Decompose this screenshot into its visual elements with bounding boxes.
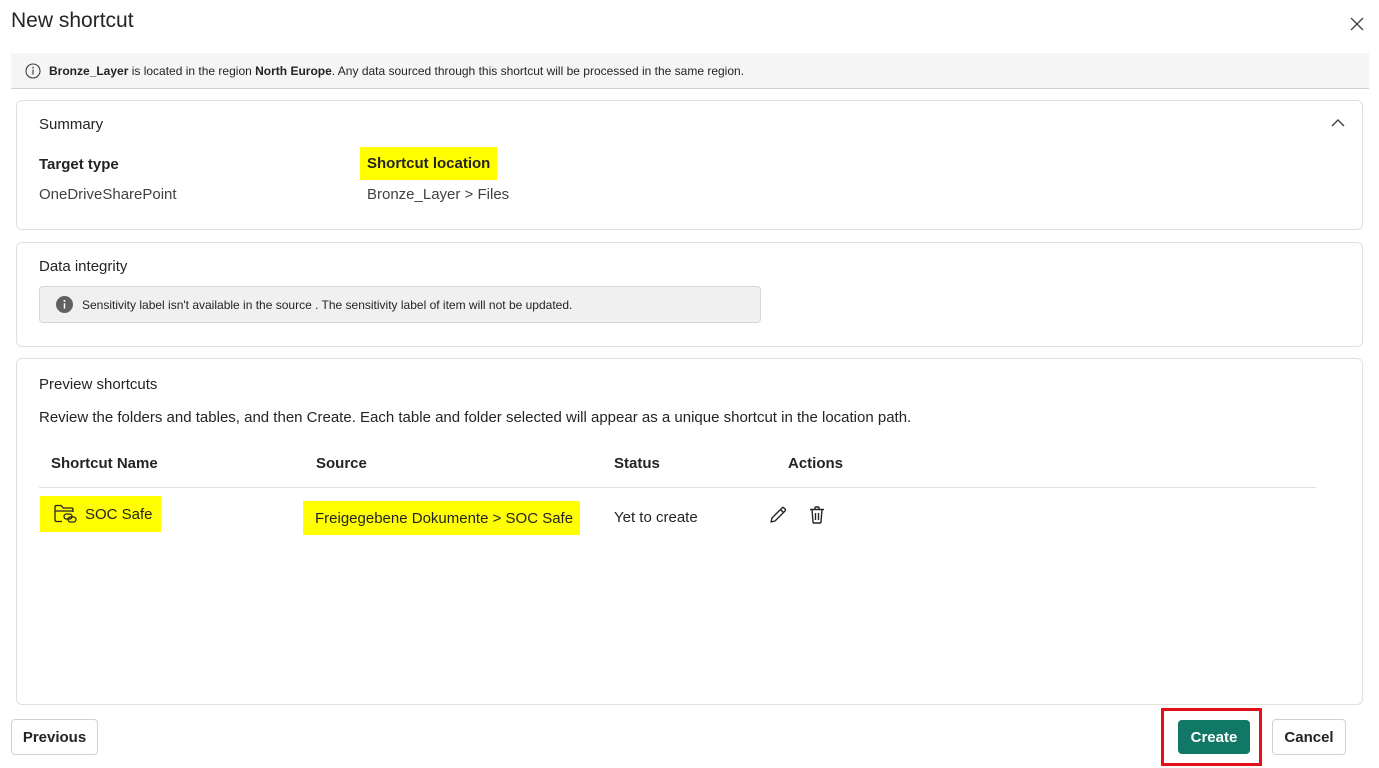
dialog-title: New shortcut (11, 9, 134, 32)
edit-button[interactable] (767, 504, 789, 526)
shortcut-location-value: Bronze_Layer > Files (367, 186, 510, 203)
chevron-up-icon (1331, 119, 1345, 127)
cancel-button[interactable]: Cancel (1272, 719, 1346, 755)
preview-description: Review the folders and tables, and then … (39, 409, 912, 426)
close-icon (1350, 17, 1364, 31)
summary-title: Summary (39, 116, 104, 133)
column-header-shortcut-name: Shortcut Name (51, 455, 158, 472)
delete-button[interactable] (806, 504, 828, 526)
info-outline-icon (25, 62, 41, 79)
info-text-1: is located in the region (128, 63, 256, 78)
edit-icon (770, 506, 787, 523)
shortcut-location-label: Shortcut location (360, 147, 498, 180)
info-item-name: Bronze_Layer (49, 63, 129, 78)
preview-shortcuts-card: Preview shortcuts Review the folders and… (16, 358, 1363, 705)
info-filled-icon (56, 296, 73, 313)
source-cell: Freigegebene Dokumente > SOC Safe (303, 501, 581, 535)
summary-card: Summary Target type OneDriveSharePoint S… (16, 100, 1363, 230)
create-button[interactable]: Create (1178, 720, 1250, 754)
header-divider (39, 487, 1316, 488)
shortcut-name-cell: SOC Safe (40, 496, 161, 532)
folder-link-icon (54, 504, 77, 523)
previous-button[interactable]: Previous (11, 719, 98, 755)
column-header-actions: Actions (788, 455, 844, 472)
sensitivity-message-bar: Sensitivity label isn't available in the… (39, 286, 761, 323)
delete-icon (810, 506, 824, 524)
info-text-2: . Any data sourced through this shortcut… (331, 63, 745, 78)
target-type-label: Target type (39, 156, 119, 173)
collapse-button[interactable] (1328, 113, 1348, 133)
column-header-source: Source (316, 455, 367, 472)
status-cell: Yet to create (614, 509, 698, 526)
target-type-value: OneDriveSharePoint (39, 186, 177, 203)
info-region: North Europe (255, 63, 332, 78)
region-info-bar: Bronze_Layer is located in the region No… (11, 53, 1369, 89)
sensitivity-message: Sensitivity label isn't available in the… (82, 297, 573, 312)
data-integrity-card: Data integrity Sensitivity label isn't a… (16, 242, 1363, 347)
preview-title: Preview shortcuts (39, 376, 158, 393)
column-header-status: Status (614, 455, 660, 472)
shortcut-name: SOC Safe (85, 505, 153, 523)
close-button[interactable] (1345, 12, 1369, 36)
data-integrity-title: Data integrity (39, 258, 128, 275)
